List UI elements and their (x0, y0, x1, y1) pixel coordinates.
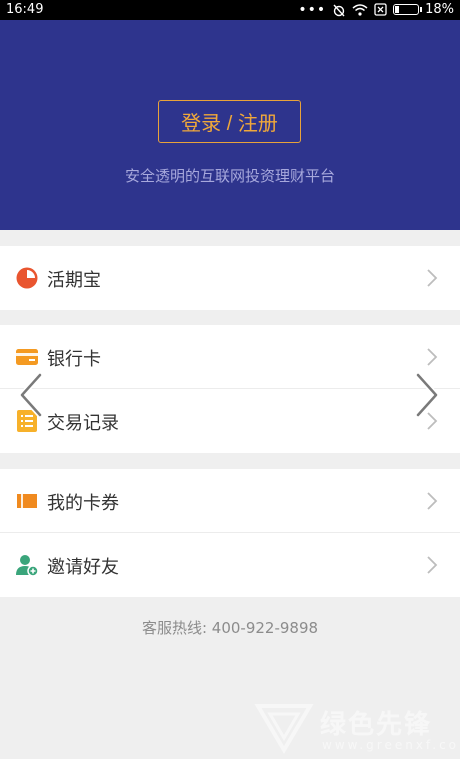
menu-group-3: 我的卡券 邀请好友 (0, 469, 460, 597)
account-header: 登录 / 注册 安全透明的互联网投资理财平台 (0, 20, 460, 230)
menu-item-label: 我的卡券 (47, 493, 119, 514)
menu-group-1: 活期宝 (0, 246, 460, 310)
login-register-button[interactable]: 登录 / 注册 (158, 100, 301, 143)
chevron-right-icon (427, 556, 438, 574)
status-bar: 16:49 ••• 18% (0, 0, 460, 20)
menu-item-label: 交易记录 (47, 413, 119, 434)
menu-item-invite-friends[interactable]: 邀请好友 (0, 533, 460, 597)
next-arrow-icon[interactable] (412, 372, 442, 418)
menu-item-label: 活期宝 (47, 270, 101, 291)
battery-percent: 18% (425, 2, 454, 17)
menu-group-2: 银行卡 交易记录 (0, 325, 460, 453)
coupon-icon (17, 494, 37, 508)
menu-item-label: 银行卡 (47, 349, 101, 370)
menu-item-label: 邀请好友 (47, 557, 119, 578)
add-friend-icon (16, 555, 39, 577)
pie-chart-icon (16, 267, 38, 289)
slogan: 安全透明的互联网投资理财平台 (124, 167, 335, 185)
previous-arrow-icon[interactable] (16, 372, 46, 418)
chevron-right-icon (427, 348, 438, 366)
menu-item-huoqibao[interactable]: 活期宝 (0, 246, 460, 310)
watermark-url: www.greenxf.com (322, 738, 460, 752)
alarm-off-icon (333, 4, 345, 16)
chevron-right-icon (427, 492, 438, 510)
wifi-icon (352, 3, 368, 16)
menu-item-bank-card[interactable]: 银行卡 (0, 325, 460, 389)
battery-icon (393, 4, 423, 15)
chevron-right-icon (427, 269, 438, 287)
service-hotline[interactable]: 客服热线: 400-922-9898 (0, 617, 460, 638)
no-sim-icon (374, 3, 387, 16)
watermark-text: 绿色先锋 (320, 710, 433, 740)
status-time: 16:49 (6, 2, 44, 17)
watermark: 绿色先锋 www.greenxf.com (250, 700, 460, 755)
watermark-logo-icon (254, 704, 314, 754)
menu-item-coupons[interactable]: 我的卡券 (0, 469, 460, 533)
bank-card-icon (16, 349, 38, 365)
more-notifications-icon: ••• (298, 1, 327, 18)
menu-item-transactions[interactable]: 交易记录 (0, 389, 460, 453)
